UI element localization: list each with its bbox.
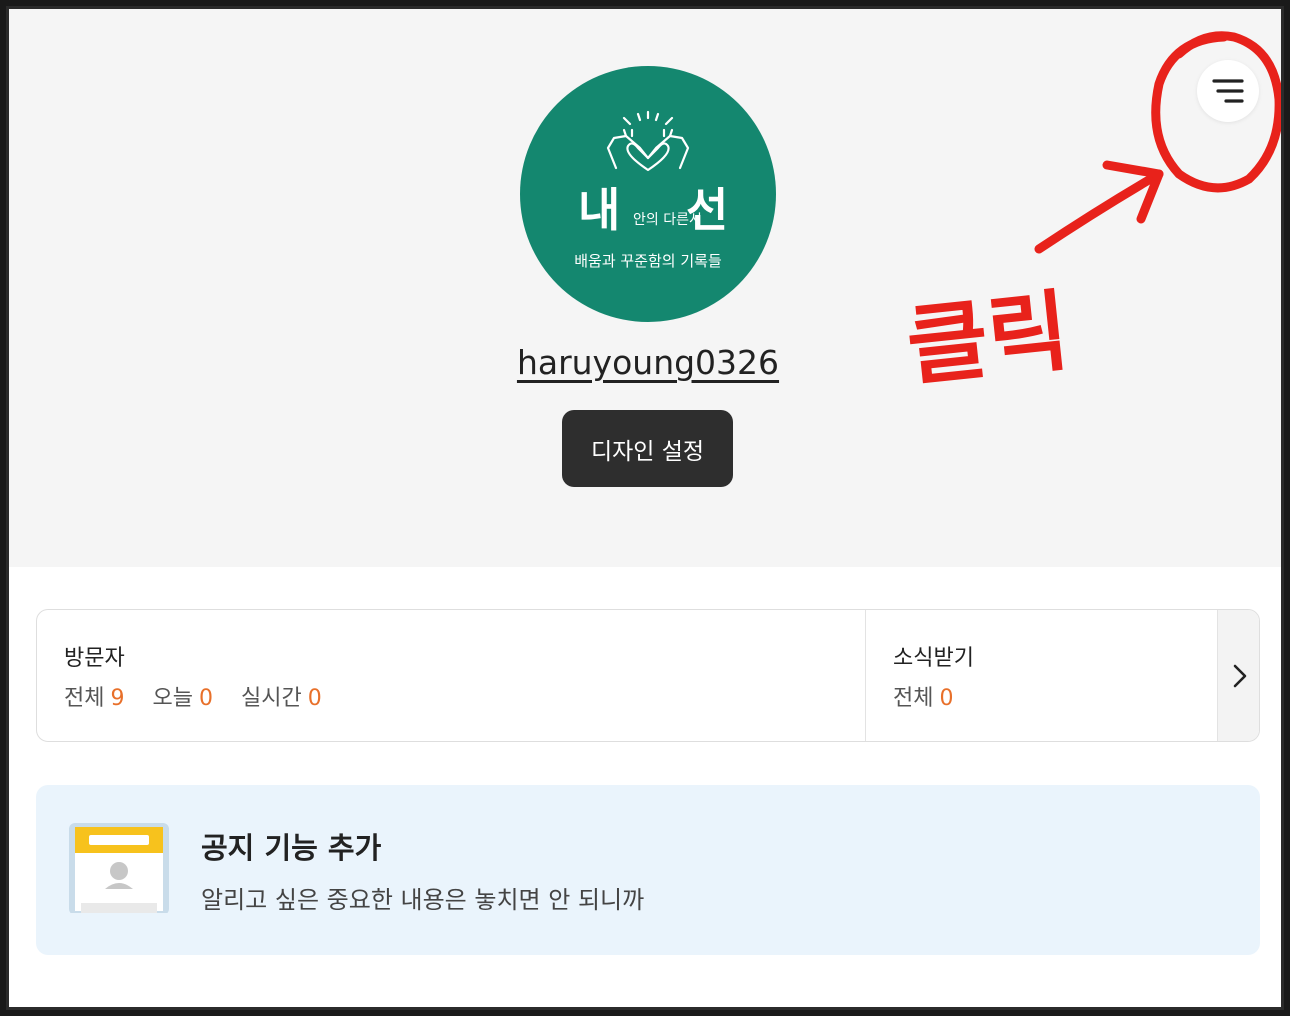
- username-link[interactable]: haruyoung0326: [517, 343, 779, 382]
- visitor-title: 방문자: [64, 646, 125, 671]
- logo-big-left: 내: [578, 183, 620, 237]
- subscribe-total-label: 전체: [893, 686, 934, 711]
- profile-header: 내 안의 다른시 선 배움과 꾸준함의 기록들 haruyoung0326 디자…: [9, 9, 1281, 567]
- stats-next-button[interactable]: [1217, 610, 1259, 741]
- visitor-realtime-value: 0: [307, 686, 322, 711]
- design-settings-button[interactable]: 디자인 설정: [562, 410, 733, 487]
- menu-icon: [1212, 79, 1244, 103]
- visitor-today-value: 0: [198, 686, 213, 711]
- notice-illustration-icon: [69, 823, 169, 915]
- subscribe-stats[interactable]: 소식받기 전체 0: [866, 610, 1217, 741]
- menu-button[interactable]: [1197, 60, 1259, 122]
- notice-description: 알리고 싶은 중요한 내용은 놓치면 안 되니까: [201, 886, 645, 914]
- visitor-today-label: 오늘: [152, 686, 193, 711]
- blog-avatar[interactable]: 내 안의 다른시 선 배움과 꾸준함의 기록들: [520, 66, 776, 322]
- visitor-realtime-label: 실시간: [240, 686, 302, 711]
- subscribe-title: 소식받기: [893, 646, 974, 671]
- subscribe-total-value: 0: [939, 686, 954, 711]
- visitor-total-value: 9: [110, 686, 125, 711]
- app-frame: 내 안의 다른시 선 배움과 꾸준함의 기록들 haruyoung0326 디자…: [6, 6, 1284, 1010]
- chevron-right-icon: [1233, 664, 1246, 687]
- notice-title: 공지 기능 추가: [201, 831, 382, 865]
- logo-big-right: 선: [686, 183, 728, 237]
- subscribe-counts: 전체 0: [893, 680, 953, 712]
- visitor-stats: 방문자 전체 9 오늘 0 실시간 0: [37, 610, 866, 741]
- username-link-wrap: haruyoung0326: [9, 343, 1281, 382]
- visitor-counts: 전체 9 오늘 0 실시간 0: [64, 680, 322, 712]
- logo-bottom-line: 배움과 꾸준함의 기록들: [574, 252, 722, 270]
- heart-hands-icon: [606, 110, 690, 172]
- stats-card: 방문자 전체 9 오늘 0 실시간 0 소식받기 전체 0: [36, 609, 1260, 742]
- avatar-logo: 내 안의 다른시 선 배움과 꾸준함의 기록들: [574, 110, 728, 270]
- notice-banner[interactable]: 공지 기능 추가 알리고 싶은 중요한 내용은 놓치면 안 되니까: [36, 785, 1260, 955]
- visitor-total-label: 전체: [64, 686, 105, 711]
